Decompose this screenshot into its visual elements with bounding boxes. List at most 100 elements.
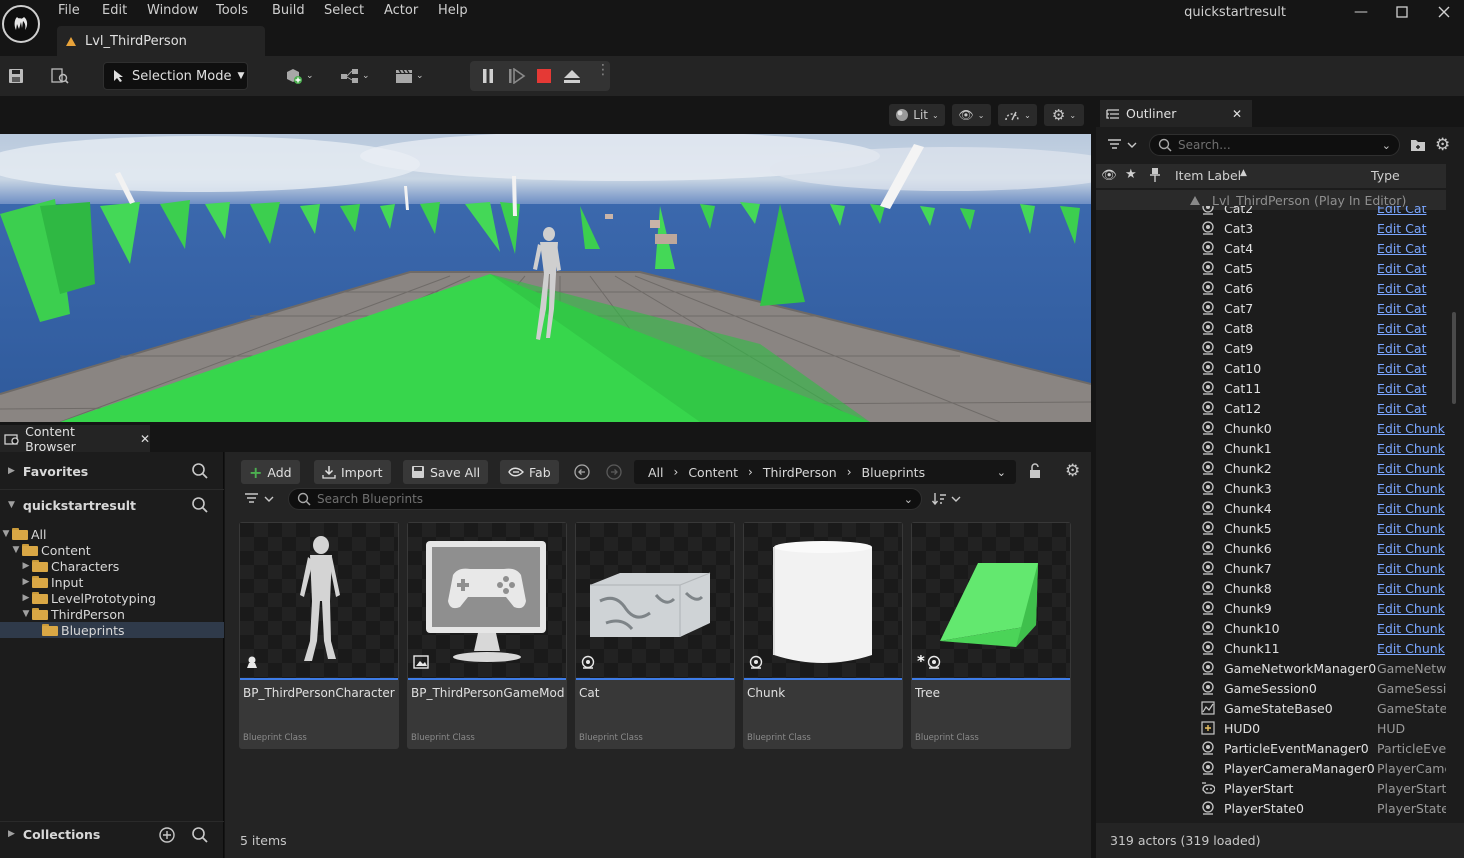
browse-icon[interactable] <box>50 66 70 86</box>
outliner-row[interactable]: Chunk9 Edit Chunk <box>1096 598 1446 618</box>
edit-blueprint-link[interactable]: Edit Chunk <box>1377 621 1446 636</box>
menu-window[interactable]: Window <box>147 3 198 21</box>
search-icon[interactable] <box>191 496 209 517</box>
chevron-down-icon[interactable]: ▼ <box>0 529 12 539</box>
outliner-row[interactable]: Chunk2 Edit Chunk <box>1096 458 1446 478</box>
edit-blueprint-link[interactable]: Edit Chunk <box>1377 461 1446 476</box>
breadcrumb-item[interactable]: All <box>648 465 664 480</box>
gear-icon[interactable]: ⚙ <box>1435 135 1450 155</box>
chevron-right-icon[interactable]: ▶ <box>20 577 32 587</box>
add-button[interactable]: + Add <box>241 460 300 484</box>
search-blueprints-field[interactable]: ⌄ <box>288 488 922 510</box>
outliner-row[interactable]: ParticleEventManager0 ParticleEven <box>1096 738 1446 758</box>
show-flags-button[interactable]: 👁 ⌄ <box>952 104 991 126</box>
edit-blueprint-link[interactable]: Edit Cat <box>1377 321 1446 336</box>
chevron-down-icon[interactable]: ▼ <box>20 609 32 619</box>
back-icon[interactable] <box>573 463 591 484</box>
outliner-row[interactable]: GameSession0 GameSessio <box>1096 678 1446 698</box>
folder-tree-item[interactable]: ▶ Characters <box>0 558 224 574</box>
content-browser-tab[interactable]: Content Browser ✕ <box>0 424 150 454</box>
close-tab-icon[interactable]: ✕ <box>1232 107 1242 121</box>
edit-blueprint-link[interactable]: Edit Cat <box>1377 301 1446 316</box>
menu-build[interactable]: Build <box>272 3 305 21</box>
outliner-row[interactable]: PlayerState0 PlayerState <box>1096 798 1446 818</box>
outliner-row[interactable]: Chunk3 Edit Chunk <box>1096 478 1446 498</box>
minimize-icon[interactable]: — <box>1346 2 1376 22</box>
chevron-right-icon[interactable]: ▶ <box>20 561 32 571</box>
fab-button[interactable]: Fab <box>500 460 559 484</box>
edit-blueprint-link[interactable]: Edit Cat <box>1377 221 1446 236</box>
outliner-row[interactable]: Chunk5 Edit Chunk <box>1096 518 1446 538</box>
unreal-logo-icon[interactable] <box>2 5 40 43</box>
selection-mode-dropdown[interactable]: Selection Mode ▼ <box>103 62 248 90</box>
search-icon[interactable] <box>191 826 209 847</box>
outliner-search-input[interactable] <box>1178 138 1378 152</box>
gear-icon[interactable]: ⚙ <box>1065 461 1080 481</box>
folder-tree-item[interactable]: ▶ Input <box>0 574 224 590</box>
folder-tree-item[interactable]: ▼ ThirdPerson <box>0 606 224 622</box>
edit-blueprint-link[interactable]: Edit Chunk <box>1377 561 1446 576</box>
eject-icon[interactable] <box>563 68 581 87</box>
close-window-icon[interactable] <box>1429 2 1459 22</box>
close-tab-icon[interactable]: ✕ <box>140 432 150 446</box>
menu-select[interactable]: Select <box>324 3 364 21</box>
outliner-row[interactable]: GameNetworkManager0GameNetwo <box>1096 658 1446 678</box>
edit-blueprint-link[interactable]: Edit Cat <box>1377 341 1446 356</box>
import-button[interactable]: Import <box>314 460 391 484</box>
outliner-row[interactable]: Cat12 Edit Cat <box>1096 398 1446 418</box>
cinematics-dropdown[interactable]: ⌄ <box>394 64 424 88</box>
outliner-row[interactable]: Chunk10 Edit Chunk <box>1096 618 1446 638</box>
edit-blueprint-link[interactable]: Edit Chunk <box>1377 541 1446 556</box>
menu-tools[interactable]: Tools <box>216 3 248 21</box>
edit-blueprint-link[interactable]: Edit Chunk <box>1377 481 1446 496</box>
filter-icon[interactable] <box>244 492 276 509</box>
outliner-row[interactable]: Cat5 Edit Cat <box>1096 258 1446 278</box>
level-tab[interactable]: Lvl_ThirdPerson <box>57 26 265 56</box>
outliner-row[interactable]: GameStateBase0 GameStateB <box>1096 698 1446 718</box>
step-frame-icon[interactable] <box>508 67 526 87</box>
outliner-row[interactable]: PlayerCameraManager0PlayerCamer <box>1096 758 1446 778</box>
chevron-down-icon[interactable]: ⌄ <box>904 493 913 506</box>
chevron-down-icon[interactable]: ⌄ <box>997 466 1006 479</box>
outliner-scrollbar[interactable] <box>1452 312 1456 404</box>
forward-icon[interactable] <box>605 463 623 484</box>
breadcrumb-item[interactable]: ThirdPerson <box>763 465 837 480</box>
search-blueprints-input[interactable] <box>317 492 897 506</box>
asset-tile[interactable]: * Tree Blueprint Class <box>911 522 1071 749</box>
pin-column-icon[interactable] <box>1150 167 1160 186</box>
outliner-tab[interactable]: Outliner ✕ <box>1100 100 1252 127</box>
blueprint-dropdown[interactable]: ⌄ <box>340 64 370 88</box>
outliner-search-field[interactable]: ⌄ <box>1149 134 1400 156</box>
outliner-row[interactable]: HUD0 HUD <box>1096 718 1446 738</box>
folder-tree-item[interactable]: ▶ LevelPrototyping <box>0 590 224 606</box>
menu-actor[interactable]: Actor <box>384 3 418 21</box>
asset-tile[interactable]: Cat Blueprint Class <box>575 522 735 749</box>
outliner-row[interactable]: Chunk4 Edit Chunk <box>1096 498 1446 518</box>
outliner-row[interactable]: Chunk1 Edit Chunk <box>1096 438 1446 458</box>
performance-button[interactable]: ⌄ <box>998 104 1037 126</box>
menu-help[interactable]: Help <box>438 3 468 21</box>
outliner-row[interactable]: Chunk11 Edit Chunk <box>1096 638 1446 658</box>
visibility-column-icon[interactable]: 👁 <box>1101 167 1117 183</box>
edit-blueprint-link[interactable]: Edit Chunk <box>1377 501 1446 516</box>
level-viewport[interactable] <box>0 134 1091 422</box>
stop-icon[interactable] <box>536 68 552 87</box>
edit-blueprint-link[interactable]: Edit Cat <box>1377 281 1446 296</box>
viewport-settings-button[interactable]: ⚙ ⌄ <box>1044 104 1084 126</box>
edit-blueprint-link[interactable]: Edit Cat <box>1377 206 1446 216</box>
outliner-row[interactable]: Chunk0 Edit Chunk <box>1096 418 1446 438</box>
asset-tile[interactable]: BP_ThirdPersonCharacter Blueprint Class <box>239 522 399 749</box>
edit-blueprint-link[interactable]: Edit Chunk <box>1377 641 1446 656</box>
edit-blueprint-link[interactable]: Edit Chunk <box>1377 441 1446 456</box>
asset-tile[interactable]: Chunk Blueprint Class <box>743 522 903 749</box>
chevron-down-icon[interactable]: ⌄ <box>1382 139 1391 152</box>
outliner-row[interactable]: PlayerStart PlayerStart <box>1096 778 1446 798</box>
outliner-row[interactable]: Cat7 Edit Cat <box>1096 298 1446 318</box>
folder-tree-item[interactable]: ▼ All <box>0 526 224 542</box>
pause-icon[interactable] <box>480 68 496 87</box>
edit-blueprint-link[interactable]: Edit Cat <box>1377 401 1446 416</box>
outliner-row[interactable]: Chunk6 Edit Chunk <box>1096 538 1446 558</box>
edit-blueprint-link[interactable]: Edit Chunk <box>1377 581 1446 596</box>
outliner-row[interactable]: Cat2 Edit Cat <box>1096 206 1446 218</box>
outliner-row[interactable]: Cat6 Edit Cat <box>1096 278 1446 298</box>
